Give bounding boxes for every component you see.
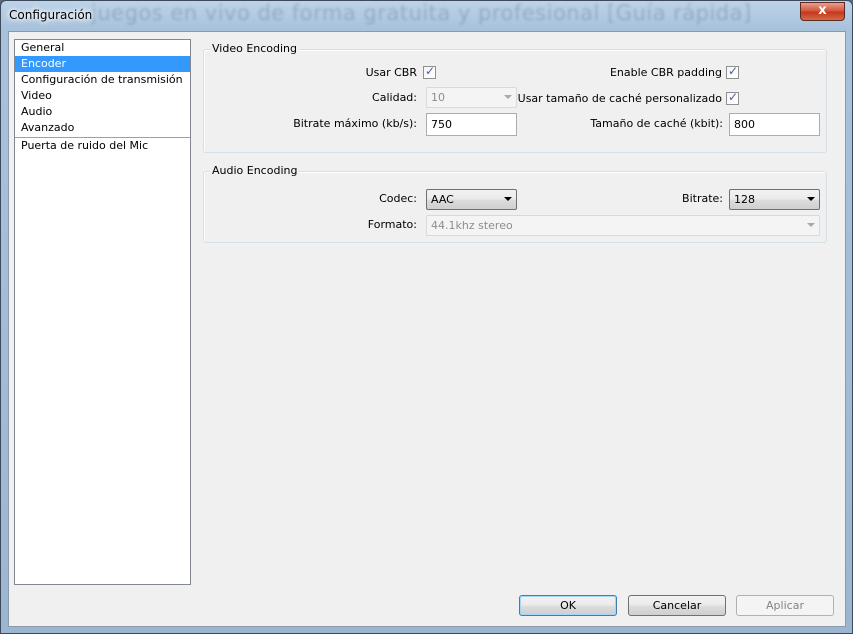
format-label: Formato: bbox=[367, 218, 417, 231]
video-encoding-group: Video Encoding Usar CBR ✓ Calidad: 10 Bi… bbox=[203, 42, 827, 153]
checkmark-icon: ✓ bbox=[728, 64, 739, 78]
format-select[interactable]: 44.1khz stereo bbox=[426, 215, 820, 236]
max-bitrate-input[interactable]: 750 bbox=[426, 113, 517, 136]
cache-size-input[interactable]: 800 bbox=[729, 113, 820, 136]
quality-value: 10 bbox=[431, 91, 445, 104]
checkmark-icon: ✓ bbox=[425, 64, 436, 78]
audio-bitrate-select[interactable]: 128 bbox=[729, 189, 820, 210]
chevron-down-icon bbox=[504, 95, 512, 99]
custom-cache-checkbox[interactable]: ✓ bbox=[726, 90, 739, 105]
custom-cache-label: Usar tamaño de caché personalizado bbox=[517, 92, 722, 105]
max-bitrate-label: Bitrate máximo (kb/s): bbox=[293, 117, 417, 130]
chevron-down-icon bbox=[807, 197, 815, 201]
settings-window: juegos en vivo de forma gratuita y profe… bbox=[0, 0, 853, 634]
cache-size-value: 800 bbox=[734, 118, 755, 131]
cache-size-label: Tamaño de caché (kbit): bbox=[590, 117, 723, 130]
audio-encoding-group: Audio Encoding Codec: AAC Bitrate: 128 F… bbox=[203, 164, 827, 243]
use-cbr-checkbox[interactable]: ✓ bbox=[423, 64, 436, 79]
dialog-client-area: General Encoder Configuración de transmi… bbox=[8, 31, 846, 627]
title-bar[interactable]: juegos en vivo de forma gratuita y profe… bbox=[1, 1, 852, 31]
close-icon: x bbox=[818, 3, 827, 18]
max-bitrate-value: 750 bbox=[431, 118, 452, 131]
settings-category-list[interactable]: General Encoder Configuración de transmi… bbox=[14, 39, 191, 585]
chevron-down-icon bbox=[504, 197, 512, 201]
chevron-down-icon bbox=[807, 223, 815, 227]
background-window-title: juegos en vivo de forma gratuita y profe… bbox=[91, 1, 752, 25]
ok-button[interactable]: OK bbox=[519, 595, 617, 616]
video-encoding-title: Video Encoding bbox=[210, 42, 300, 55]
audio-encoding-title: Audio Encoding bbox=[210, 164, 300, 177]
cancel-button[interactable]: Cancelar bbox=[628, 595, 726, 616]
codec-value: AAC bbox=[431, 193, 454, 206]
apply-button[interactable]: Aplicar bbox=[736, 595, 834, 616]
codec-label: Codec: bbox=[379, 192, 417, 205]
cbr-padding-label: Enable CBR padding bbox=[609, 66, 722, 79]
cbr-padding-checkbox[interactable]: ✓ bbox=[726, 64, 739, 79]
nav-item-encoder[interactable]: Encoder bbox=[15, 56, 190, 72]
nav-item-audio[interactable]: Audio bbox=[15, 104, 190, 120]
audio-bitrate-value: 128 bbox=[734, 193, 755, 206]
nav-item-mic-noise-gate[interactable]: Puerta de ruido del Mic bbox=[15, 138, 190, 154]
window-title: Configuración bbox=[9, 8, 93, 22]
nav-item-video[interactable]: Video bbox=[15, 88, 190, 104]
format-value: 44.1khz stereo bbox=[431, 219, 513, 232]
nav-item-broadcast-settings[interactable]: Configuración de transmisión bbox=[15, 72, 190, 88]
checkmark-icon: ✓ bbox=[728, 90, 739, 104]
close-button[interactable]: x bbox=[800, 2, 845, 21]
nav-item-general[interactable]: General bbox=[15, 40, 190, 56]
use-cbr-label: Usar CBR bbox=[365, 66, 417, 79]
codec-select[interactable]: AAC bbox=[426, 189, 517, 210]
quality-label: Calidad: bbox=[372, 91, 417, 104]
audio-bitrate-label: Bitrate: bbox=[682, 192, 723, 205]
quality-select[interactable]: 10 bbox=[426, 87, 517, 108]
nav-item-advanced[interactable]: Avanzado bbox=[15, 120, 190, 136]
